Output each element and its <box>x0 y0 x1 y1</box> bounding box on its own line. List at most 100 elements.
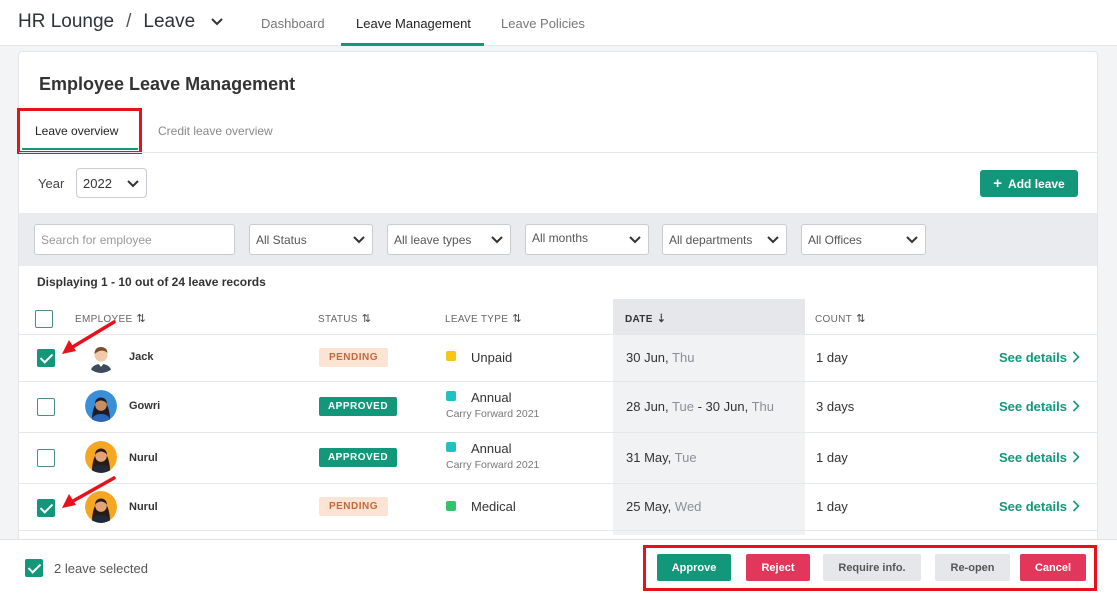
annotation-arrow-icon <box>62 320 116 354</box>
approve-button[interactable]: Approve <box>657 554 731 581</box>
add-leave-label: Add leave <box>1008 176 1065 191</box>
year-select[interactable]: 2022 <box>76 168 147 198</box>
bulk-select-checkbox[interactable] <box>25 559 43 577</box>
module-name[interactable]: Leave <box>143 11 195 33</box>
leave-date: 25 May, Wed <box>626 499 701 514</box>
filter-status[interactable]: All Status <box>249 224 373 255</box>
header-leave-type-label: LEAVE TYPE <box>445 314 509 325</box>
filter-months[interactable]: All months <box>525 224 649 255</box>
filter-leave-types-value: All leave types <box>394 233 472 247</box>
employee-name[interactable]: Nurul <box>129 452 158 464</box>
status-badge: PENDING <box>319 497 388 516</box>
reopen-button[interactable]: Re-open <box>935 554 1010 581</box>
status-badge: APPROVED <box>319 448 397 467</box>
employee-name[interactable]: Gowri <box>129 400 160 412</box>
see-details-link[interactable]: See details <box>999 450 1067 465</box>
app-name[interactable]: HR Lounge <box>18 11 114 33</box>
add-leave-button[interactable]: + Add leave <box>980 170 1078 197</box>
chevron-down-icon <box>127 180 139 188</box>
header-status-label: STATUS <box>318 314 358 325</box>
year-value: 2022 <box>83 176 112 191</box>
leave-type-name: Annual <box>471 441 512 456</box>
chevron-down-icon <box>767 236 779 244</box>
annotation-arrow-icon <box>62 476 116 508</box>
reject-button[interactable]: Reject <box>746 554 810 581</box>
search-input[interactable]: Search for employee <box>34 224 235 255</box>
row-checkbox[interactable] <box>37 449 55 467</box>
header-status[interactable]: STATUS ⇅ <box>318 312 371 325</box>
row-checkbox[interactable] <box>37 398 55 416</box>
breadcrumb-separator: / <box>126 11 132 32</box>
leave-count: 1 day <box>816 450 848 465</box>
leave-type-color-dot <box>446 351 456 361</box>
leave-type-name: Annual <box>471 390 512 405</box>
divider <box>19 530 1097 531</box>
status-badge: PENDING <box>319 348 388 367</box>
leave-type-color-dot <box>446 501 456 511</box>
filter-departments[interactable]: All departments <box>662 224 787 255</box>
divider <box>19 152 1097 153</box>
chevron-down-icon <box>353 236 365 244</box>
chevron-right-icon[interactable] <box>1072 500 1080 512</box>
require-info-button[interactable]: Require info. <box>823 554 921 581</box>
see-details-link[interactable]: See details <box>999 399 1067 414</box>
sort-icon: ⇅ <box>512 313 522 325</box>
chevron-down-icon <box>906 236 918 244</box>
header-leave-type[interactable]: LEAVE TYPE ⇅ <box>445 312 522 325</box>
employee-name[interactable]: Nurul <box>129 501 158 513</box>
leave-count: 1 day <box>816 499 848 514</box>
leave-type-subtext: Carry Forward 2021 <box>446 459 540 471</box>
date-end-weekday: Thu <box>751 399 774 414</box>
sort-icon: ⇅ <box>136 313 146 325</box>
page-title: Employee Leave Management <box>39 74 296 94</box>
see-details-link[interactable]: See details <box>999 499 1067 514</box>
header-count[interactable]: COUNT ⇅ <box>815 312 866 325</box>
row-checkbox[interactable] <box>37 499 55 517</box>
filter-offices-value: All Offices <box>808 233 862 247</box>
tab-leave-management[interactable]: Leave Management <box>356 16 471 31</box>
header-date[interactable]: DATE ⇣ <box>625 312 666 325</box>
subtab-credit-leave-overview[interactable]: Credit leave overview <box>158 124 273 138</box>
select-all-checkbox[interactable] <box>35 310 53 328</box>
leave-type-name: Unpaid <box>471 350 513 365</box>
chevron-right-icon[interactable] <box>1072 451 1080 463</box>
filter-status-value: All Status <box>256 233 307 247</box>
divider <box>19 334 1097 335</box>
date-end-text: - 30 Jun, <box>697 399 749 414</box>
date-weekday: Wed <box>674 499 702 514</box>
row-checkbox[interactable] <box>37 349 55 367</box>
highlight-box-subtab <box>17 108 142 154</box>
sort-desc-icon: ⇣ <box>656 313 667 325</box>
date-weekday: Thu <box>672 350 695 365</box>
divider <box>19 381 1097 382</box>
avatar <box>85 441 117 473</box>
tab-dashboard[interactable]: Dashboard <box>261 16 325 31</box>
chevron-right-icon[interactable] <box>1072 351 1080 363</box>
leave-date: 28 Jun, Tue - 30 Jun, Thu <box>626 399 774 414</box>
leave-date: 31 May, Tue <box>626 450 697 465</box>
tab-leave-policies[interactable]: Leave Policies <box>501 16 585 31</box>
sort-icon: ⇅ <box>361 313 372 325</box>
see-details-link[interactable]: See details <box>999 350 1067 365</box>
divider <box>19 432 1097 433</box>
chevron-down-icon <box>629 236 641 244</box>
leave-date: 30 Jun, Thu <box>626 350 694 365</box>
cancel-button[interactable]: Cancel <box>1020 554 1086 581</box>
employee-name[interactable]: Jack <box>129 351 153 363</box>
header-date-label: DATE <box>625 314 653 325</box>
plus-icon: + <box>993 175 1003 192</box>
chevron-down-icon <box>491 236 503 244</box>
avatar <box>85 390 117 422</box>
chevron-right-icon[interactable] <box>1072 400 1080 412</box>
date-text: 30 Jun, <box>626 350 669 365</box>
chevron-down-icon[interactable] <box>209 14 225 30</box>
leave-type-color-dot <box>446 442 456 452</box>
leave-type-subtext: Carry Forward 2021 <box>446 408 540 420</box>
filter-offices[interactable]: All Offices <box>801 224 926 255</box>
filter-leave-types[interactable]: All leave types <box>387 224 511 255</box>
selected-count-text: 2 leave selected <box>54 561 148 576</box>
leave-count: 3 days <box>816 399 855 414</box>
leave-count: 1 day <box>816 350 848 365</box>
year-label: Year <box>38 176 65 191</box>
record-count-text: Displaying 1 - 10 out of 24 leave record… <box>37 275 266 289</box>
